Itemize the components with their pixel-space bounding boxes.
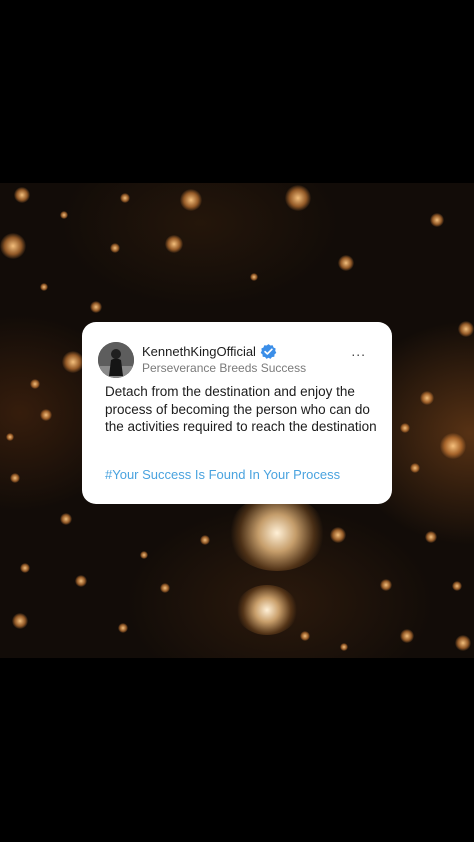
story-screen: KennethKingOfficial Perseverance Breeds …: [0, 0, 474, 842]
post-card: KennethKingOfficial Perseverance Breeds …: [82, 322, 392, 504]
hashtag-link[interactable]: #Your Success Is Found In Your Process: [105, 467, 345, 483]
verified-badge-icon: [260, 343, 277, 360]
avatar[interactable]: [98, 342, 134, 378]
username-row: KennethKingOfficial: [142, 343, 277, 360]
more-options-button[interactable]: ...: [351, 344, 366, 358]
post-text: Detach from the destination and enjoy th…: [105, 384, 377, 434]
avatar-image: [98, 342, 134, 378]
username[interactable]: KennethKingOfficial: [142, 344, 256, 359]
account-subtitle: Perseverance Breeds Success: [142, 361, 307, 375]
